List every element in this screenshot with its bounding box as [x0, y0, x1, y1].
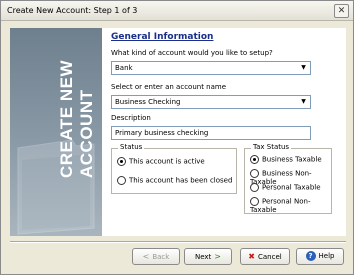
radio-selected-icon — [250, 155, 259, 164]
radio-selected-icon — [117, 157, 126, 166]
tax-personal-taxable-radio[interactable]: Personal Taxable — [250, 183, 321, 192]
footer-divider — [10, 241, 346, 243]
close-button[interactable]: ✕ — [334, 4, 349, 18]
back-arrow-icon: < — [142, 252, 150, 261]
banner-line2: ACCOUNT — [77, 89, 96, 178]
radio-unselected-icon — [117, 176, 126, 185]
radio-unselected-icon — [250, 169, 259, 178]
tax-business-taxable-radio[interactable]: Business Taxable — [250, 155, 322, 164]
help-button[interactable]: ? Help — [296, 248, 344, 265]
status-closed-label: This account has been closed — [129, 176, 233, 185]
back-button[interactable]: < Back — [132, 248, 180, 265]
wizard-side-banner: CREATE NEW ACCOUNT — [10, 28, 102, 236]
chevron-down-icon[interactable]: ▼ — [298, 97, 309, 107]
account-type-select[interactable]: Bank ▼ — [111, 61, 311, 75]
next-button-label: Next — [194, 253, 212, 261]
description-input[interactable]: Primary business checking — [111, 126, 311, 140]
chevron-down-icon[interactable]: ▼ — [298, 63, 309, 73]
status-active-label: This account is active — [129, 157, 205, 166]
radio-unselected-icon — [250, 197, 259, 206]
account-name-label: Select or enter an account name — [111, 83, 227, 91]
description-label: Description — [111, 114, 151, 122]
tax-personal-nontaxable-radio[interactable]: Personal Non-Taxable — [250, 197, 331, 214]
help-button-label: Help — [318, 252, 335, 260]
section-title: General Information — [111, 32, 214, 42]
create-account-dialog: Create New Account: Step 1 of 3 ✕ CREATE… — [0, 0, 354, 275]
close-icon: ✕ — [337, 6, 346, 16]
radio-unselected-icon — [250, 183, 259, 192]
account-type-label: What kind of account would you like to s… — [111, 49, 273, 57]
form-panel: General Information What kind of account… — [102, 28, 346, 236]
tax-option-label: Personal Taxable — [262, 183, 321, 192]
account-name-value: Business Checking — [115, 98, 181, 106]
tax-status-group: Tax Status Business Taxable Business Non… — [244, 143, 332, 214]
cancel-button-label: Cancel — [257, 253, 282, 261]
tax-status-group-label: Tax Status — [251, 143, 292, 151]
banner-graphic: CREATE NEW ACCOUNT — [17, 60, 96, 235]
title-bar[interactable]: Create New Account: Step 1 of 3 ✕ — [1, 1, 353, 21]
status-group: Status This account is active This accou… — [111, 143, 237, 194]
tax-option-label: Business Taxable — [262, 155, 322, 164]
window-title: Create New Account: Step 1 of 3 — [7, 6, 138, 15]
status-closed-radio[interactable]: This account has been closed — [117, 176, 232, 185]
next-button[interactable]: Next > — [184, 248, 232, 265]
help-question-icon: ? — [305, 251, 316, 261]
next-arrow-icon: > — [214, 252, 221, 261]
description-value: Primary business checking — [115, 129, 209, 137]
banner-line1: CREATE NEW — [57, 60, 76, 178]
status-active-radio[interactable]: This account is active — [117, 157, 205, 166]
back-button-label: Back — [152, 253, 170, 261]
cancel-button[interactable]: ✖ Cancel — [240, 248, 290, 265]
account-name-combo[interactable]: Business Checking ▼ — [111, 95, 311, 109]
status-group-label: Status — [118, 143, 145, 151]
account-type-value: Bank — [115, 64, 133, 72]
cancel-x-icon: ✖ — [248, 252, 255, 261]
tax-option-label: Personal Non-Taxable — [250, 197, 311, 215]
